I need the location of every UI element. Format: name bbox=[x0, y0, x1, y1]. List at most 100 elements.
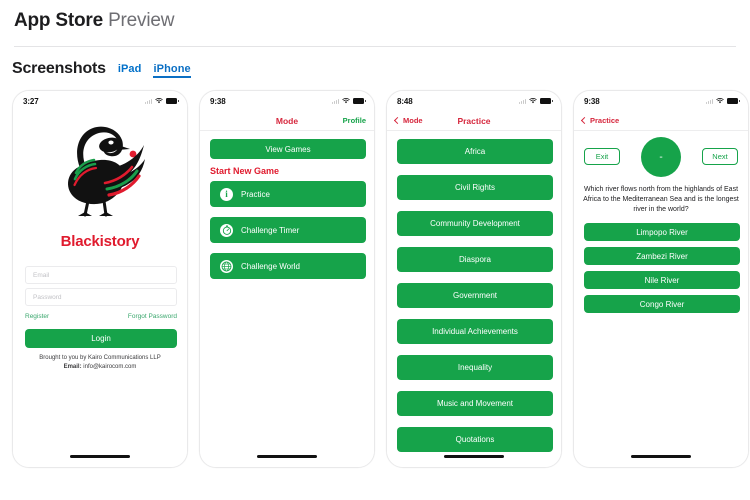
mode-button-challenge-timer[interactable]: Challenge Timer bbox=[210, 217, 366, 243]
wifi-icon bbox=[716, 98, 724, 104]
wifi-icon bbox=[529, 98, 537, 104]
brand-name: Blackistory bbox=[60, 233, 140, 250]
status-indicators bbox=[705, 98, 740, 104]
signal-icon bbox=[705, 98, 713, 104]
category-button[interactable]: Individual Achievements bbox=[397, 319, 553, 344]
battery-icon bbox=[166, 98, 179, 104]
screenshot-gallery: 3:27 Blackistory Email Password Register… bbox=[0, 90, 750, 472]
answer-option[interactable]: Congo River bbox=[584, 295, 740, 313]
phone-3-content: Africa Civil Rights Community Developmen… bbox=[387, 131, 561, 467]
category-button[interactable]: Diaspora bbox=[397, 247, 553, 272]
page-header: App Store Preview bbox=[0, 0, 750, 46]
category-button[interactable]: Africa bbox=[397, 139, 553, 164]
back-label: Practice bbox=[590, 116, 620, 125]
status-bar: 9:38 bbox=[574, 91, 748, 111]
status-bar: 9:38 bbox=[200, 91, 374, 111]
category-button[interactable]: Government bbox=[397, 283, 553, 308]
start-new-game-label: Start New Game bbox=[210, 166, 280, 176]
screenshot-phone-1[interactable]: 3:27 Blackistory Email Password Register… bbox=[12, 90, 188, 468]
question-text: Which river flows north from the highlan… bbox=[583, 186, 739, 214]
status-time: 9:38 bbox=[210, 96, 226, 106]
battery-icon bbox=[540, 98, 553, 104]
status-bar: 3:27 bbox=[13, 91, 187, 111]
status-time: 8:48 bbox=[397, 96, 413, 106]
answer-option[interactable]: Limpopo River bbox=[584, 223, 740, 241]
mode-label: Practice bbox=[241, 189, 270, 199]
profile-button[interactable]: Profile bbox=[343, 116, 366, 125]
tab-ipad[interactable]: iPad bbox=[118, 63, 142, 78]
login-button[interactable]: Login bbox=[25, 329, 177, 348]
mode-button-practice[interactable]: i Practice bbox=[210, 181, 366, 207]
home-indicator bbox=[444, 455, 504, 458]
credit-email-label: Email: bbox=[63, 364, 82, 371]
auth-links: Register Forgot Password bbox=[25, 313, 177, 320]
phone-1-content: Blackistory Email Password Register Forg… bbox=[13, 111, 187, 467]
mode-label: Challenge World bbox=[241, 261, 300, 271]
credit-text: Brought to you by Kairo Communications L… bbox=[21, 354, 179, 373]
signal-icon bbox=[144, 98, 152, 104]
answer-option[interactable]: Zambezi River bbox=[584, 247, 740, 265]
mode-button-challenge-world[interactable]: Challenge World bbox=[210, 253, 366, 279]
category-button[interactable]: Civil Rights bbox=[397, 175, 553, 200]
forgot-password-link[interactable]: Forgot Password bbox=[128, 313, 177, 320]
phone-2-content: View Games Start New Game i Practice Cha… bbox=[200, 131, 374, 467]
category-button[interactable]: Music and Movement bbox=[397, 391, 553, 416]
score-circle: - bbox=[641, 137, 681, 177]
status-time: 9:38 bbox=[584, 96, 600, 106]
status-time: 3:27 bbox=[23, 96, 39, 106]
mode-label: Challenge Timer bbox=[241, 225, 300, 235]
screenshot-phone-3[interactable]: 8:48 Mode Practice Africa Civil Rights C… bbox=[386, 90, 562, 468]
register-link[interactable]: Register bbox=[25, 313, 49, 320]
wifi-icon bbox=[155, 98, 163, 104]
question-toolbar: Exit - Next bbox=[574, 137, 748, 177]
stopwatch-icon bbox=[220, 223, 233, 237]
page-title: App Store Preview bbox=[14, 10, 736, 32]
wifi-icon bbox=[342, 98, 350, 104]
status-indicators bbox=[331, 98, 366, 104]
credit-email-value: info@kairocom.com bbox=[83, 364, 137, 371]
phone-4-content: Exit - Next Which river flows north from… bbox=[574, 131, 748, 467]
battery-icon bbox=[727, 98, 740, 104]
status-indicators bbox=[518, 98, 553, 104]
phone-4-screen: 9:38 Practice Exit - Next Which river fl… bbox=[574, 91, 748, 467]
home-indicator bbox=[631, 455, 691, 458]
home-indicator bbox=[70, 455, 130, 458]
credit-line-2: Email: info@kairocom.com bbox=[21, 363, 179, 372]
page-title-bold: App Store bbox=[14, 10, 103, 31]
screenshots-header: Screenshots iPad iPhone bbox=[12, 60, 192, 78]
tab-iphone[interactable]: iPhone bbox=[153, 63, 192, 78]
signal-icon bbox=[518, 98, 526, 104]
nav-bar: Mode Profile bbox=[200, 111, 374, 131]
status-indicators bbox=[144, 98, 179, 104]
signal-icon bbox=[331, 98, 339, 104]
nav-bar: Mode Practice bbox=[387, 111, 561, 131]
chevron-left-icon bbox=[393, 116, 402, 125]
credit-line-1: Brought to you by Kairo Communications L… bbox=[39, 355, 161, 361]
back-label: Mode bbox=[403, 116, 423, 125]
nav-bar: Practice bbox=[574, 111, 748, 131]
chevron-left-icon bbox=[580, 116, 589, 125]
sankofa-bird-logo bbox=[68, 126, 145, 217]
exit-button[interactable]: Exit bbox=[584, 148, 620, 165]
phone-1-screen: 3:27 Blackistory Email Password Register… bbox=[13, 91, 187, 467]
header-divider bbox=[14, 46, 736, 47]
view-games-button[interactable]: View Games bbox=[210, 139, 366, 159]
status-bar: 8:48 bbox=[387, 91, 561, 111]
back-button[interactable]: Practice bbox=[580, 116, 620, 125]
screenshot-phone-2[interactable]: 9:38 Mode Profile View Games Start New G… bbox=[199, 90, 375, 468]
app-store-preview-page: App Store Preview Screenshots iPad iPhon… bbox=[0, 0, 750, 500]
info-icon: i bbox=[220, 187, 233, 201]
phone-2-screen: 9:38 Mode Profile View Games Start New G… bbox=[200, 91, 374, 467]
password-field[interactable]: Password bbox=[25, 288, 177, 306]
next-button[interactable]: Next bbox=[702, 148, 738, 165]
category-button[interactable]: Quotations bbox=[397, 427, 553, 452]
globe-icon bbox=[220, 259, 233, 273]
back-button[interactable]: Mode bbox=[393, 116, 423, 125]
answer-option[interactable]: Nile River bbox=[584, 271, 740, 289]
page-title-light: Preview bbox=[108, 10, 175, 31]
screenshot-phone-4[interactable]: 9:38 Practice Exit - Next Which river fl… bbox=[573, 90, 749, 468]
category-button[interactable]: Community Development bbox=[397, 211, 553, 236]
home-indicator bbox=[257, 455, 317, 458]
category-button[interactable]: Inequality bbox=[397, 355, 553, 380]
email-field[interactable]: Email bbox=[25, 266, 177, 284]
